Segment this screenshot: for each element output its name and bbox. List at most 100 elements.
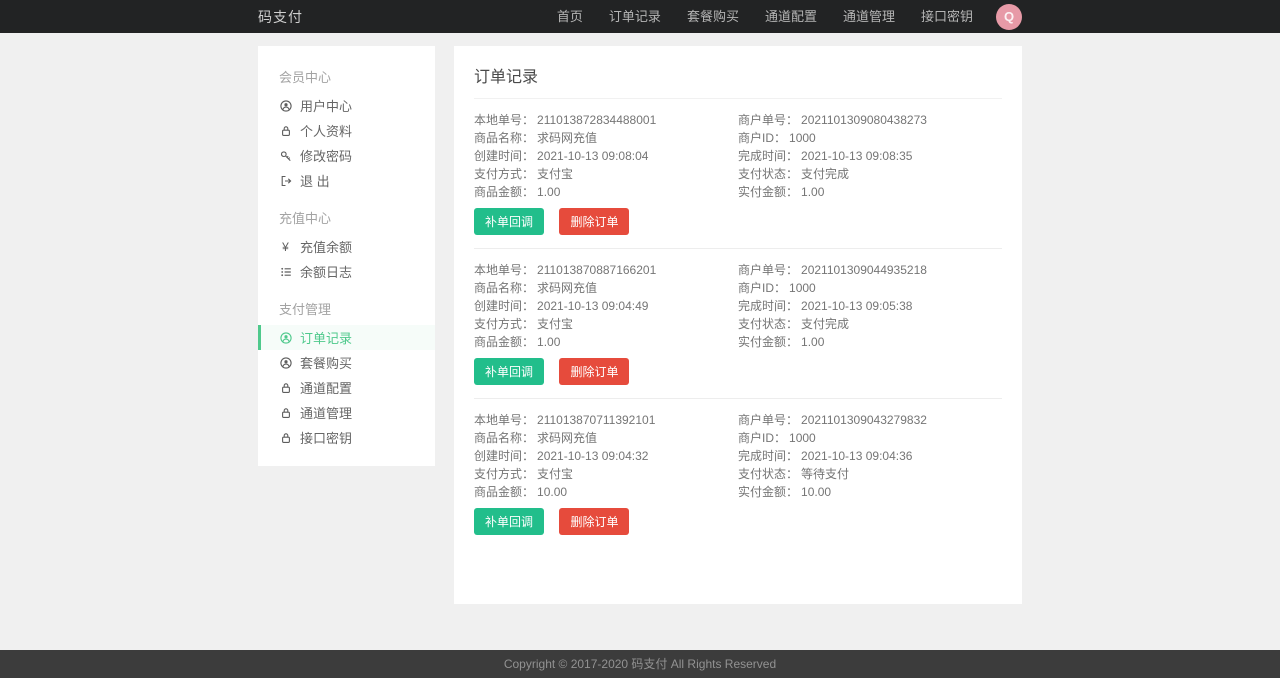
sidebar-item-channel-config[interactable]: 通道配置: [258, 375, 435, 400]
sidebar-item-order-records[interactable]: 订单记录: [258, 325, 435, 350]
sidebar-item-label: 退 出: [300, 171, 330, 190]
pay-status-value: 支付完成: [801, 317, 849, 331]
order-left-column: 本地单号：211013870711392101 商品名称：求码网充值 创建时间：…: [474, 411, 738, 535]
sidebar-item-user-center[interactable]: 用户中心: [258, 93, 435, 118]
page-title: 订单记录: [474, 63, 1002, 99]
create-time-label: 创建时间：: [474, 449, 534, 463]
copyright-text: Copyright © 2017-2020 码支付 All Rights Res…: [0, 650, 1280, 678]
pay-method-label: 支付方式：: [474, 167, 534, 181]
order-item: 本地单号：211013872834488001 商品名称：求码网充值 创建时间：…: [474, 99, 1002, 249]
merchant-order-no-value: 2021101309043279832: [801, 413, 927, 427]
sidebar-item-label: 套餐购买: [300, 353, 352, 372]
finish-time-value: 2021-10-13 09:08:35: [801, 149, 912, 163]
nav-item-home[interactable]: 首页: [544, 0, 596, 33]
local-order-no-label: 本地单号：: [474, 413, 534, 427]
yen-icon: ¥: [279, 240, 292, 253]
sidebar-item-api-key[interactable]: 接口密钥: [258, 425, 435, 450]
sidebar: 会员中心 用户中心 个人资料 修改密码 退 出 充值中心: [258, 46, 435, 466]
paid-amount-value: 10.00: [801, 485, 831, 499]
delete-order-button[interactable]: 删除订单: [559, 358, 629, 385]
nav-item-package-purchase[interactable]: 套餐购买: [674, 0, 752, 33]
sidebar-heading-recharge-center: 充值中心: [258, 193, 435, 234]
sidebar-item-balance-log[interactable]: 余额日志: [258, 259, 435, 284]
order-right-column: 商户单号：2021101309044935218 商户ID：1000 完成时间：…: [738, 261, 1002, 385]
merchant-order-no-label: 商户单号：: [738, 263, 798, 277]
sidebar-item-label: 用户中心: [300, 96, 352, 115]
nav-item-channel-manage[interactable]: 通道管理: [830, 0, 908, 33]
lock-icon: [279, 406, 292, 419]
order-item: 本地单号：211013870887166201 商品名称：求码网充值 创建时间：…: [474, 249, 1002, 399]
pay-method-label: 支付方式：: [474, 317, 534, 331]
product-amount-label: 商品金额：: [474, 185, 534, 199]
top-navbar: 码支付 首页 订单记录 套餐购买 通道配置 通道管理 接口密钥 Q: [0, 0, 1280, 33]
local-order-no-value: 211013870711392101: [537, 413, 655, 427]
user-avatar[interactable]: Q: [996, 4, 1022, 30]
create-time-value: 2021-10-13 09:08:04: [537, 149, 648, 163]
sidebar-item-package-purchase[interactable]: 套餐购买: [258, 350, 435, 375]
finish-time-label: 完成时间：: [738, 149, 798, 163]
product-amount-label: 商品金额：: [474, 335, 534, 349]
merchant-id-value: 1000: [789, 281, 816, 295]
local-order-no-label: 本地单号：: [474, 113, 534, 127]
pay-method-value: 支付宝: [537, 167, 573, 181]
finish-time-value: 2021-10-13 09:04:36: [801, 449, 912, 463]
page-footer: Copyright © 2017-2020 码支付 All Rights Res…: [0, 650, 1280, 678]
sidebar-item-recharge-balance[interactable]: ¥ 充值余额: [258, 234, 435, 259]
order-records-card: 订单记录 本地单号：211013872834488001 商品名称：求码网充值 …: [454, 46, 1022, 604]
product-amount-value: 1.00: [537, 335, 560, 349]
product-amount-label: 商品金额：: [474, 485, 534, 499]
pay-method-label: 支付方式：: [474, 467, 534, 481]
sidebar-item-change-password[interactable]: 修改密码: [258, 143, 435, 168]
finish-time-label: 完成时间：: [738, 449, 798, 463]
product-amount-value: 1.00: [537, 185, 560, 199]
product-name-label: 商品名称：: [474, 431, 534, 445]
local-order-no-label: 本地单号：: [474, 263, 534, 277]
user-circle-icon: [279, 99, 292, 112]
delete-order-button[interactable]: 删除订单: [559, 508, 629, 535]
sidebar-item-label: 通道管理: [300, 403, 352, 422]
product-name-label: 商品名称：: [474, 131, 534, 145]
sidebar-item-label: 接口密钥: [300, 428, 352, 447]
page-wrapper: 码支付 首页 订单记录 套餐购买 通道配置 通道管理 接口密钥 Q 会员中心 用…: [0, 0, 1280, 678]
nav-item-order-records[interactable]: 订单记录: [596, 0, 674, 33]
create-time-label: 创建时间：: [474, 149, 534, 163]
order-left-column: 本地单号：211013872834488001 商品名称：求码网充值 创建时间：…: [474, 111, 738, 235]
page-body: 会员中心 用户中心 个人资料 修改密码 退 出 充值中心: [0, 33, 1280, 650]
pay-status-value: 等待支付: [801, 467, 849, 481]
key-icon: [279, 149, 292, 162]
callback-button[interactable]: 补单回调: [474, 208, 544, 235]
product-amount-value: 10.00: [537, 485, 567, 499]
nav-item-channel-config[interactable]: 通道配置: [752, 0, 830, 33]
delete-order-button[interactable]: 删除订单: [559, 208, 629, 235]
order-item: 本地单号：211013870711392101 商品名称：求码网充值 创建时间：…: [474, 399, 1002, 548]
list-icon: [279, 265, 292, 278]
pay-status-label: 支付状态：: [738, 167, 798, 181]
nav-item-api-key[interactable]: 接口密钥: [908, 0, 986, 33]
sidebar-item-channel-manage[interactable]: 通道管理: [258, 400, 435, 425]
local-order-no-value: 211013872834488001: [537, 113, 656, 127]
product-name-label: 商品名称：: [474, 281, 534, 295]
product-name-value: 求码网充值: [537, 431, 597, 445]
finish-time-value: 2021-10-13 09:05:38: [801, 299, 912, 313]
user-circle-icon: [279, 331, 292, 344]
paid-amount-label: 实付金额：: [738, 485, 798, 499]
merchant-id-value: 1000: [789, 431, 816, 445]
sidebar-item-profile[interactable]: 个人资料: [258, 118, 435, 143]
callback-button[interactable]: 补单回调: [474, 508, 544, 535]
pay-method-value: 支付宝: [537, 467, 573, 481]
sidebar-item-logout[interactable]: 退 出: [258, 168, 435, 193]
product-name-value: 求码网充值: [537, 281, 597, 295]
paid-amount-label: 实付金额：: [738, 185, 798, 199]
merchant-order-no-label: 商户单号：: [738, 413, 798, 427]
sidebar-heading-member-center: 会员中心: [258, 52, 435, 93]
callback-button[interactable]: 补单回调: [474, 358, 544, 385]
brand-title: 码支付: [258, 7, 303, 27]
pay-status-value: 支付完成: [801, 167, 849, 181]
paid-amount-value: 1.00: [801, 185, 824, 199]
sidebar-item-label: 个人资料: [300, 121, 352, 140]
user-circle-icon: [279, 356, 292, 369]
sidebar-item-label: 订单记录: [300, 328, 352, 347]
merchant-order-no-value: 2021101309044935218: [801, 263, 927, 277]
finish-time-label: 完成时间：: [738, 299, 798, 313]
sidebar-item-label: 余额日志: [300, 262, 352, 281]
